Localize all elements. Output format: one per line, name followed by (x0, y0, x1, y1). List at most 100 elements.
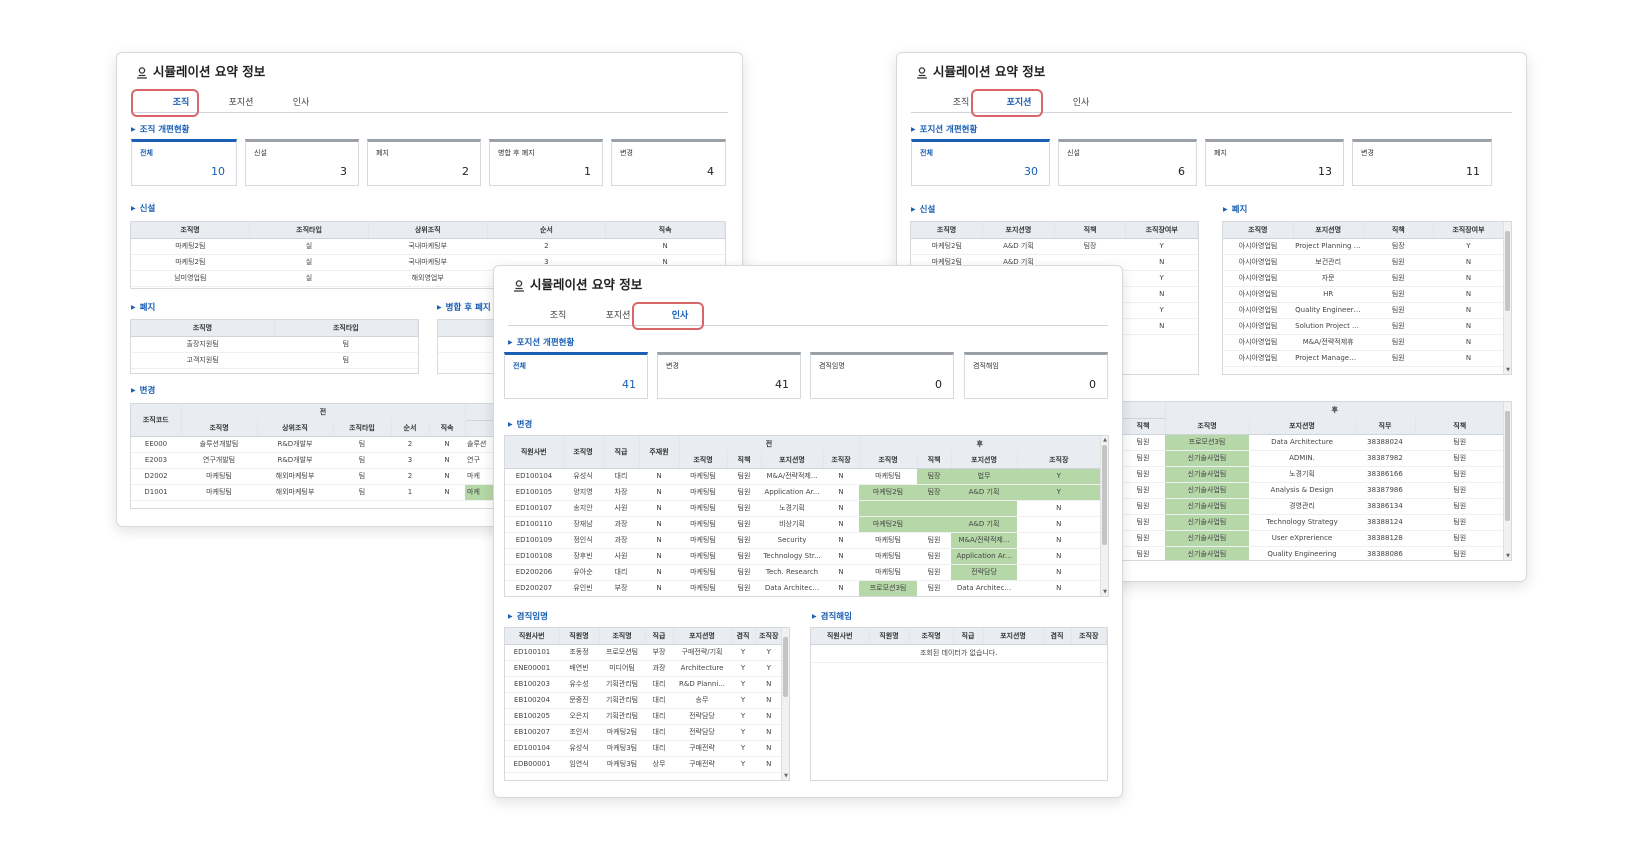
table-cell: 팀원 (1363, 318, 1434, 335)
stat-card-total[interactable]: 전체 30 (911, 139, 1050, 186)
table-scrollbar[interactable]: ▲ ▼ (1100, 436, 1108, 596)
table-cell: 팀원 (1415, 546, 1505, 560)
scroll-down-icon[interactable]: ▼ (1504, 366, 1511, 374)
table-cell: 전략담당 (673, 724, 731, 741)
table-cell: Analysis & Design (1249, 482, 1355, 499)
table-scrollbar[interactable]: ▼ (1503, 222, 1511, 374)
table-cell: 미디어팀 (599, 660, 645, 677)
table-cell: 팀장 (1363, 238, 1434, 255)
table-cell: ED200207 (505, 580, 563, 596)
table-cell: N (1017, 564, 1101, 581)
table-row[interactable]: 아시아영업팀 Quality Engineering 팀원 N (1223, 302, 1504, 319)
table-row[interactable]: 마케팅2팀 실 국내마케팅부 2 N (131, 238, 725, 255)
table-scrollbar[interactable]: ▼ (1503, 402, 1511, 560)
tab-position[interactable]: 포지션 (211, 95, 271, 108)
table-row[interactable]: 마케팅2팀 A&D 기획 팀장 Y (911, 238, 1198, 255)
table-row[interactable]: 아시아영업팀 Project Management 팀원 N (1223, 350, 1504, 367)
tab-org[interactable]: 조직 (528, 308, 588, 321)
table-cell: 팀원 (1121, 434, 1165, 451)
table-cell (951, 500, 1018, 517)
table-row[interactable]: EB100207 조인서 마케팅2팀 대리 전략담당 Y N (505, 724, 783, 741)
table-cell: 팀원 (727, 580, 761, 596)
scroll-down-icon[interactable]: ▼ (1504, 552, 1511, 560)
scroll-down-icon[interactable]: ▼ (782, 772, 789, 780)
table-cell: N (639, 468, 679, 485)
table-cell: 팀원 (1415, 434, 1505, 451)
table-cell: 아시아영업팀 (1223, 254, 1294, 271)
table-row[interactable]: ED200206 유아순 대리 N 마케팅팀 팀원 Tech. Research N 마케팅팀 팀… (505, 564, 1101, 581)
table-row[interactable]: 아시아영업팀Project Planning & Co...팀장Y (1223, 238, 1504, 255)
table-cell: 팀원 (1363, 302, 1434, 319)
table-row[interactable]: ED100110 장재남 과장 N 마케팅팀 팀원 비상기획 N 마케팅2팀 A&D 기획 N (505, 516, 1101, 533)
table-cell: 출장지원팀 (131, 336, 275, 353)
table-row[interactable]: 아시아영업팀 자문 팀원 N (1223, 270, 1504, 287)
stat-card-new[interactable]: 신설 6 (1058, 139, 1197, 186)
stat-card-total[interactable]: 전체 41 (504, 352, 648, 399)
active-tab-highlight (632, 302, 704, 330)
scroll-down-icon[interactable]: ▼ (1101, 588, 1108, 596)
stat-card-change[interactable]: 변경 41 (657, 352, 801, 399)
table-cell: 팀원 (1121, 482, 1165, 499)
table-row[interactable]: ED100105 양지영 차장 N 마케팅팀 팀원 Application Ar... N 마케… (505, 484, 1101, 501)
stat-card-new[interactable]: 신설 3 (245, 139, 359, 186)
table-cell: 팀원 (1415, 450, 1505, 467)
table-row[interactable]: 아시아영업팀Solution Project Man...팀원N (1223, 318, 1504, 335)
table-cell: 팀 (333, 452, 391, 469)
column-header: 겸직 (1043, 628, 1072, 645)
table-cell: Tech. Research (761, 564, 823, 581)
table-row[interactable]: ENE00001 배연빈 미디어팀 과장 Architecture Y Y (505, 660, 783, 677)
table-cell: 실 (249, 254, 369, 271)
column-header: 조직명 (911, 222, 984, 239)
table-row[interactable]: 출장지원팀 팀 (131, 336, 418, 353)
table-row[interactable]: 아시아영업팀 HR 팀원 N (1223, 286, 1504, 303)
stat-card-appoint[interactable]: 겸직임명 0 (810, 352, 954, 399)
table-row[interactable]: ED100101 조동정 프로모션팀 부장 구매전략/기획 Y Y (505, 644, 783, 661)
table-cell: 유성식 (563, 468, 603, 485)
tab-hr[interactable]: 인사 (1051, 95, 1111, 108)
table-cell: 고객지원팀 (131, 352, 275, 369)
stat-card-abolish[interactable]: 폐지 2 (367, 139, 481, 186)
table-row[interactable]: ED100108 장후빈 사원 N 마케팅팀 팀원 Technology Str... N 마케… (505, 548, 1101, 565)
column-header: 조직코드 (131, 404, 182, 437)
table-cell: 38388124 (1355, 514, 1415, 531)
table-cell: 신기술사업팀 (1165, 514, 1249, 531)
scroll-up-icon[interactable]: ▲ (1101, 436, 1108, 444)
table-cell: EB100204 (505, 692, 559, 709)
stat-card-change[interactable]: 변경 4 (611, 139, 726, 186)
table-row[interactable]: EB100204 문중진 기획관리팀 대리 송무 Y N (505, 692, 783, 709)
table-cell: N (639, 548, 679, 565)
table-row[interactable]: EDB00001 임연식 마케팅3팀 상무 구매전략 Y N (505, 756, 783, 773)
table-row[interactable]: 고객지원팀 팀 (131, 352, 418, 369)
table-row[interactable]: ED100109 정인식 과장 N 마케팅팀 팀원 Security N 마케팅팀 팀원 M&A/전… (505, 532, 1101, 549)
table-cell: Y (731, 676, 755, 693)
table-row[interactable]: ED100104 유성식 마케팅3팀 대리 구매전략 Y N (505, 740, 783, 757)
table-cell: 노경기획 (1249, 466, 1355, 483)
stat-card-merge[interactable]: 병합 후 폐지 1 (489, 139, 603, 186)
table-row[interactable]: ED100104 유성식 대리 N 마케팅팀 팀원 M&A/전략적제... N 마케팅팀 팀장 법무… (505, 468, 1101, 485)
table-cell: 3 (391, 452, 429, 469)
tab-hr[interactable]: 인사 (271, 95, 331, 108)
table-row[interactable]: EB100203 유수성 기획관리팀 대리 R&D Planni... Y N (505, 676, 783, 693)
stat-card-dismiss[interactable]: 겸직해임 0 (964, 352, 1108, 399)
table-cell: N (639, 516, 679, 533)
table-scrollbar[interactable]: ▼ (781, 628, 789, 780)
table-cell: N (605, 238, 725, 255)
table-cell: N (1017, 532, 1101, 549)
table-cell: R&D Planni... (673, 676, 731, 693)
table-cell: 마케팅2팀 (911, 238, 983, 255)
table-cell: N (639, 532, 679, 549)
stat-card-change[interactable]: 변경 11 (1352, 139, 1492, 186)
table-row[interactable]: 아시아영업팀 보건관리 팀원 N (1223, 254, 1504, 271)
table-row[interactable]: ED100107 송지안 사원 N 마케팅팀 팀원 노경기획 N N (505, 500, 1101, 517)
table-cell: N (823, 468, 860, 485)
table-cell: 마케팅2팀 (859, 484, 918, 501)
table-row[interactable]: EB100205 오은지 기획관리팀 대리 전략담당 Y N (505, 708, 783, 725)
table-cell: E2003 (131, 452, 181, 469)
column-header: 직급 (645, 628, 674, 645)
stat-card-total[interactable]: 전체 10 (131, 139, 237, 186)
stat-card-abolish[interactable]: 폐지 13 (1205, 139, 1344, 186)
table-row[interactable]: ED200207 유인빈 부장 N 마케팅팀 팀원 Data Architec... N 프로모… (505, 580, 1101, 596)
table-cell: 사원 (603, 548, 639, 565)
table-cell: 송지안 (563, 500, 603, 517)
table-row[interactable]: 아시아영업팀 M&A/전략적제휴 팀원 N (1223, 334, 1504, 351)
